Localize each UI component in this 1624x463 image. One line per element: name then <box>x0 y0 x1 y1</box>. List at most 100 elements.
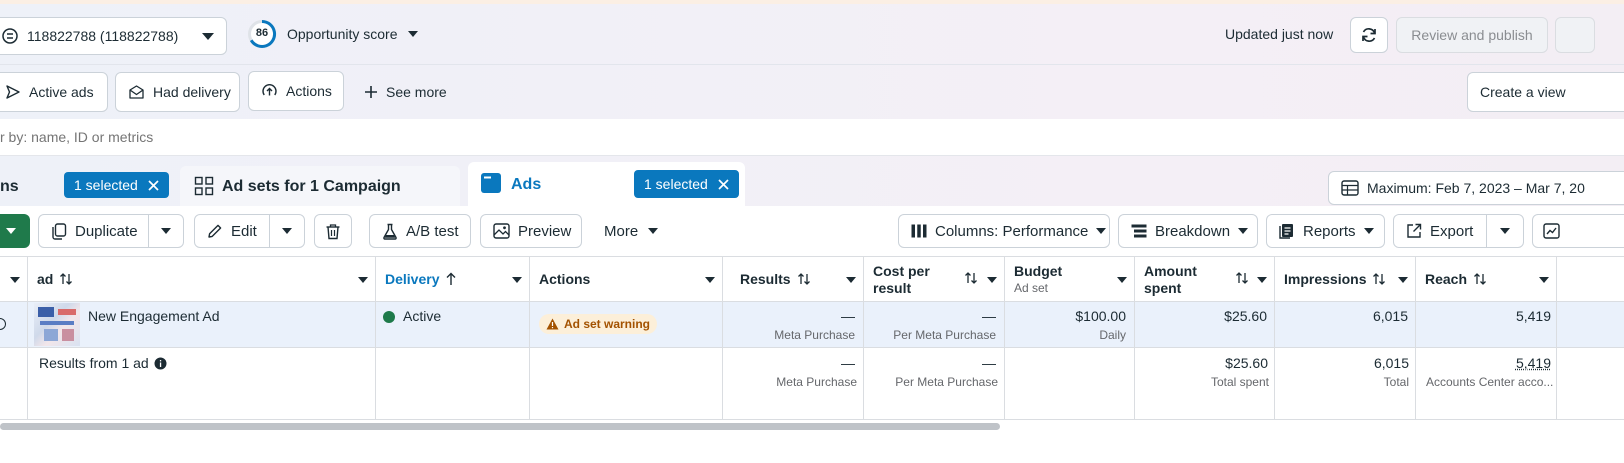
cost-per-result-sublabel: Per Meta Purchase <box>873 328 996 342</box>
chevron-down-icon <box>1238 228 1248 234</box>
opportunity-score[interactable]: 86 Opportunity score <box>247 19 418 49</box>
export-button[interactable]: Export <box>1393 214 1487 248</box>
close-icon[interactable] <box>148 180 159 191</box>
budget-value[interactable]: $100.00 <box>1014 308 1126 324</box>
header-reach[interactable]: Reach <box>1425 271 1487 287</box>
summary-reach-value[interactable]: 5,419 <box>1425 355 1551 371</box>
reports-button[interactable]: Reports <box>1266 214 1385 248</box>
send-icon <box>5 84 21 100</box>
more-header-button[interactable] <box>1555 17 1595 53</box>
header-results[interactable]: Results <box>740 271 811 287</box>
delivery-status: Active <box>403 308 441 324</box>
ad-thumbnail <box>34 303 80 346</box>
line-chart-icon <box>1543 223 1560 239</box>
filter-actions[interactable]: Actions <box>248 71 344 111</box>
close-icon[interactable] <box>718 179 729 190</box>
see-more-button[interactable]: See more <box>352 72 459 112</box>
chevron-down-icon[interactable] <box>358 277 368 283</box>
ad-set-warning-badge[interactable]: Ad set warning <box>539 314 657 334</box>
chevron-down-icon[interactable] <box>1117 277 1127 283</box>
summary-label: Results from 1 ad <box>39 355 167 371</box>
impressions-value: 6,015 <box>1284 308 1408 324</box>
tab-ads[interactable]: Ads 1 selected <box>468 162 745 206</box>
sort-icon <box>1473 272 1487 286</box>
create-view-button[interactable]: Create a view <box>1467 72 1624 112</box>
header-delivery[interactable]: Delivery <box>385 271 457 287</box>
edit-button[interactable]: Edit <box>194 214 270 248</box>
charts-button[interactable] <box>1532 214 1624 248</box>
amount-spent-value: $25.60 <box>1144 308 1267 324</box>
header-reach-label: Reach <box>1425 271 1467 287</box>
header-actions[interactable]: Actions <box>539 271 590 287</box>
grid-icon <box>194 176 214 196</box>
ad-name[interactable]: New Engagement Ad <box>88 308 220 324</box>
header-delivery-label: Delivery <box>385 271 439 287</box>
ab-test-button[interactable]: A/B test <box>369 214 471 248</box>
header-amount-spent[interactable]: Amount spent <box>1144 263 1197 297</box>
ads-selected-label: 1 selected <box>644 176 708 192</box>
header-ad-name[interactable]: ad <box>37 271 73 287</box>
more-label: More <box>604 223 638 240</box>
ads-selected-pill[interactable]: 1 selected <box>634 170 739 198</box>
review-and-publish-button[interactable]: Review and publish <box>1396 17 1548 53</box>
summary-reach-sublabel: Accounts Center acco... <box>1426 375 1554 389</box>
tab-campaigns[interactable]: ns 1 selected <box>0 164 172 206</box>
info-icon[interactable] <box>154 357 167 370</box>
sort-icon <box>797 272 811 286</box>
chevron-down-icon[interactable] <box>705 277 715 283</box>
column-divider <box>1274 256 1275 420</box>
chevron-down-icon[interactable] <box>1257 277 1267 283</box>
tab-ad-sets[interactable]: Ad sets for 1 Campaign <box>180 166 460 206</box>
summary-amount-spent-value: $25.60 <box>1144 355 1268 371</box>
export-label: Export <box>1430 223 1473 240</box>
chevron-down-icon[interactable] <box>10 277 20 283</box>
column-divider <box>375 256 376 420</box>
budget-sublabel: Daily <box>1014 328 1126 342</box>
create-dropdown-button[interactable] <box>0 214 30 248</box>
header-budget[interactable]: Budget Ad set <box>1014 263 1062 297</box>
summary-cost-sublabel: Per Meta Purchase <box>873 375 998 389</box>
see-more-label: See more <box>386 84 447 100</box>
header-cost-per-result[interactable]: Cost per result <box>873 263 930 297</box>
flask-icon <box>382 223 398 240</box>
filter-active-ads[interactable]: Active ads <box>0 72 108 112</box>
cost-per-result-value: — <box>873 308 996 324</box>
chevron-down-icon[interactable] <box>987 277 997 283</box>
filter-had-delivery[interactable]: Had delivery <box>115 72 240 112</box>
horizontal-scrollbar[interactable] <box>0 423 1000 430</box>
header-ad-name-label: ad <box>37 271 53 287</box>
chevron-down-icon <box>408 31 418 37</box>
search-input[interactable] <box>0 125 900 149</box>
refresh-button[interactable] <box>1350 17 1388 53</box>
chevron-down-icon[interactable] <box>846 277 856 283</box>
campaigns-selected-pill[interactable]: 1 selected <box>64 172 169 198</box>
columns-button[interactable]: Columns: Performance <box>898 214 1110 248</box>
duplicate-button[interactable]: Duplicate <box>38 214 149 248</box>
summary-results-value: — <box>740 355 855 371</box>
summary-impressions-value: 6,015 <box>1284 355 1409 371</box>
preview-button[interactable]: Preview <box>480 214 582 248</box>
account-selector[interactable]: 118822788 (118822788) <box>0 17 227 55</box>
header-bar: 118822788 (118822788) 86 Opportunity sco… <box>0 4 1624 64</box>
more-button[interactable]: More <box>592 214 670 248</box>
chevron-down-icon[interactable] <box>1539 277 1549 283</box>
edit-dropdown-button[interactable] <box>269 214 305 248</box>
delete-button[interactable] <box>314 214 352 248</box>
summary-amount-spent-sublabel: Total spent <box>1144 375 1269 389</box>
chevron-down-icon[interactable] <box>512 277 522 283</box>
chevron-down-icon[interactable] <box>1398 277 1408 283</box>
header-impressions[interactable]: Impressions <box>1284 271 1386 287</box>
account-selector-label: 118822788 (118822788) <box>27 28 178 44</box>
date-range-picker[interactable]: Maximum: Feb 7, 2023 – Mar 7, 20 <box>1328 171 1624 205</box>
sort-icon[interactable] <box>1235 271 1249 285</box>
sort-ascending-icon <box>445 272 457 286</box>
chevron-down-icon <box>282 228 292 234</box>
breakdown-button[interactable]: Breakdown <box>1118 214 1258 248</box>
trash-icon <box>325 223 341 240</box>
results-value: — <box>740 308 855 324</box>
column-divider <box>722 256 723 420</box>
column-divider <box>27 256 28 420</box>
export-dropdown-button[interactable] <box>1486 214 1524 248</box>
duplicate-dropdown-button[interactable] <box>148 214 184 248</box>
sort-icon[interactable] <box>964 271 978 285</box>
